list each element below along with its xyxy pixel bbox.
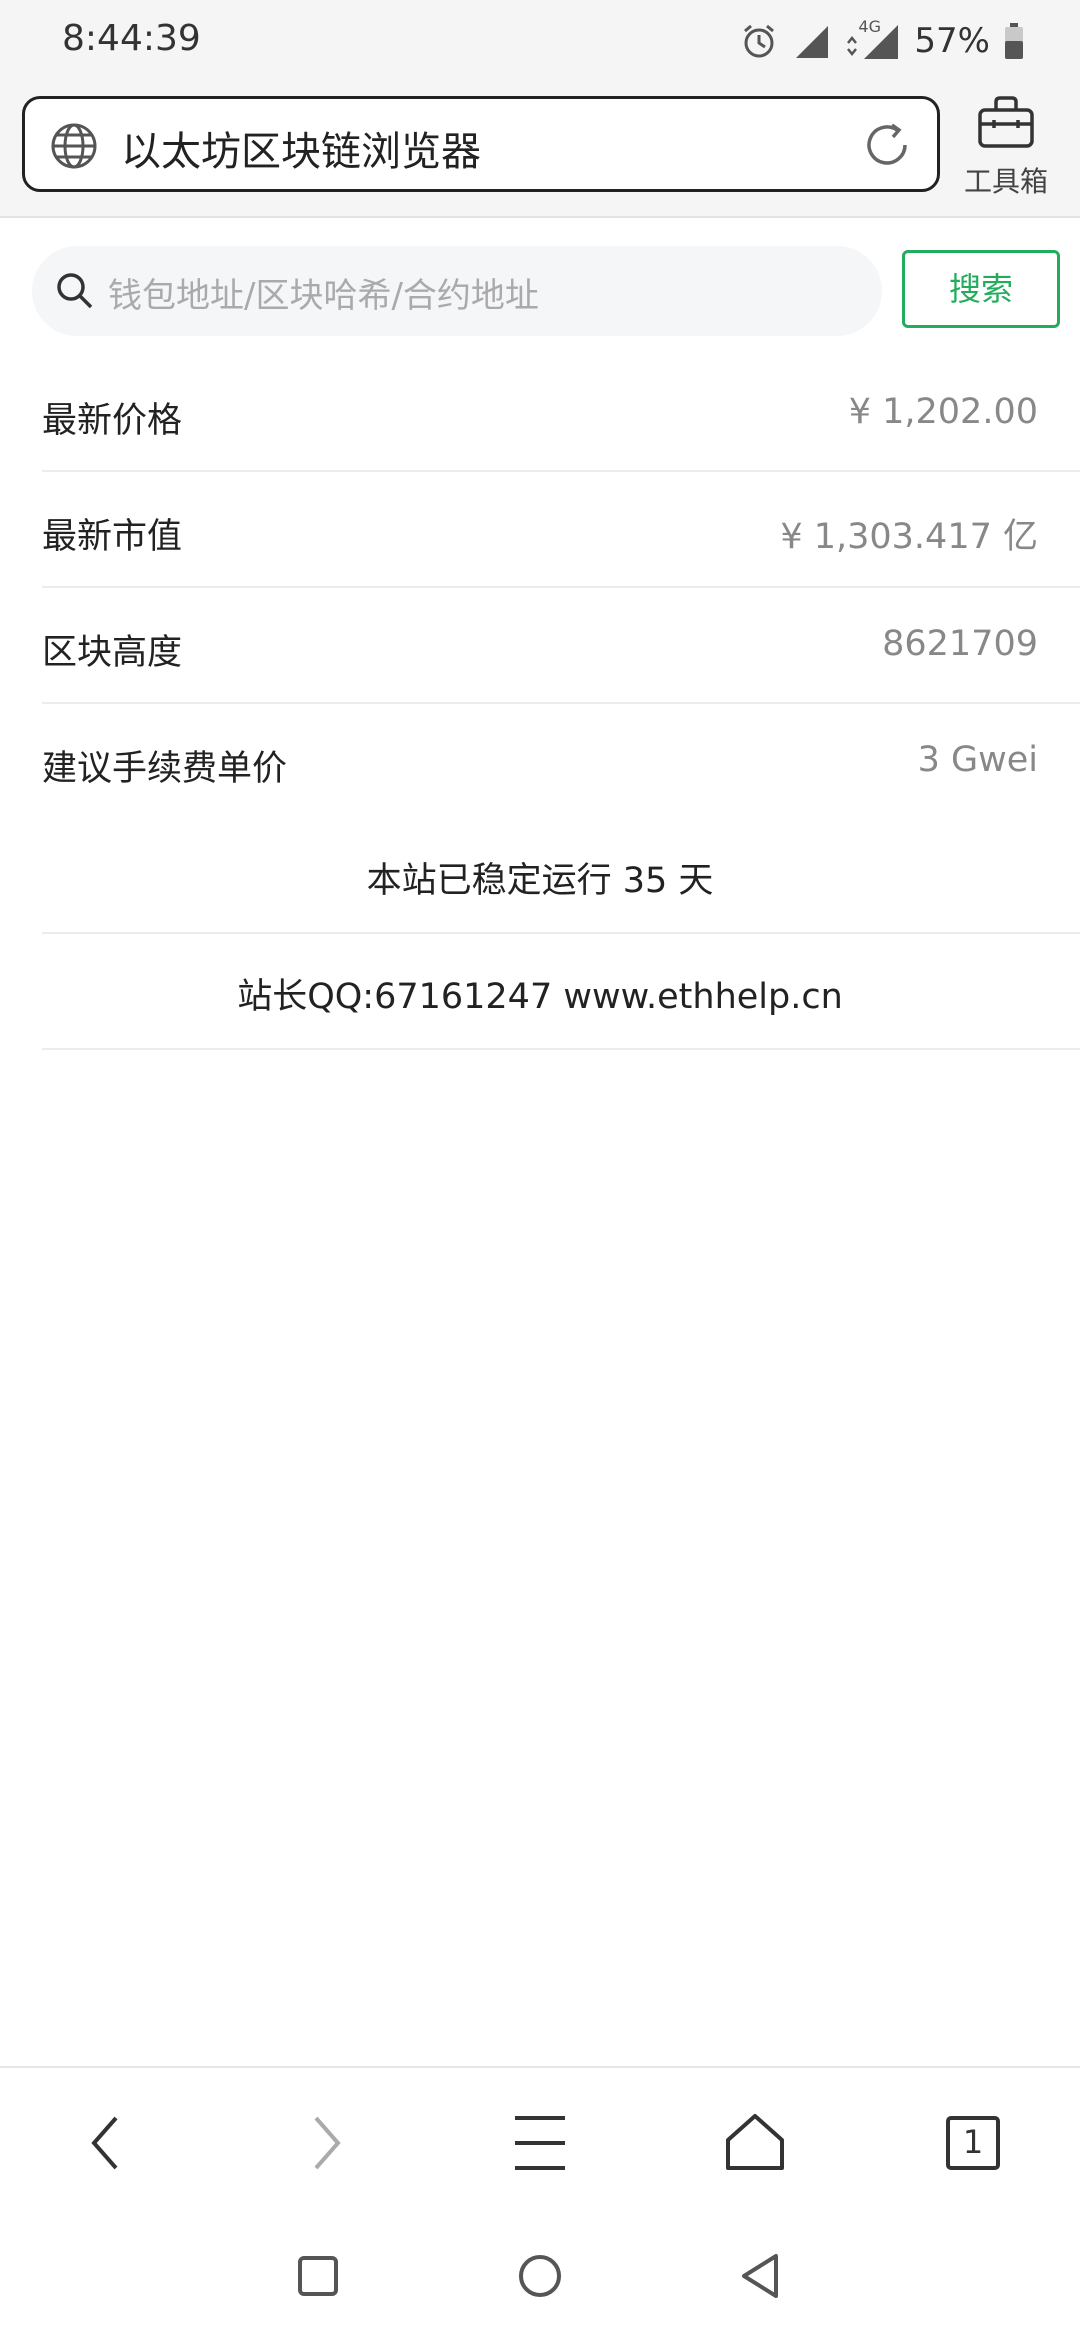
browser-bottom-nav: 1 xyxy=(0,2066,1080,2216)
home-circle-icon[interactable] xyxy=(512,2248,568,2304)
toolbox-button[interactable]: 工具箱 xyxy=(954,88,1058,208)
contact-row: 站长QQ:67161247 www.ethhelp.cn xyxy=(42,934,1080,1050)
info-row-price: 最新价格 ¥ 1,202.00 xyxy=(42,356,1080,472)
alarm-icon xyxy=(744,24,775,58)
menu-icon[interactable] xyxy=(505,2108,575,2178)
search-input[interactable]: 钱包地址/区块哈希/合约地址 xyxy=(32,246,882,336)
info-row-gas-price: 建议手续费单价 3 Gwei xyxy=(42,704,1080,818)
browser-toolbar: 以太坊区块链浏览器 工具箱 xyxy=(0,82,1080,218)
status-icons: 4G 57% xyxy=(740,17,1024,64)
network-type-label: 4G xyxy=(858,17,881,36)
info-label: 最新价格 xyxy=(42,401,183,441)
contact-text: 站长QQ:67161247 www.ethhelp.cn xyxy=(237,977,843,1017)
address-bar[interactable]: 以太坊区块链浏览器 xyxy=(22,96,940,192)
info-row-block-height: 区块高度 8621709 xyxy=(42,588,1080,704)
info-label: 区块高度 xyxy=(42,633,183,673)
info-label: 建议手续费单价 xyxy=(42,749,288,789)
toolbox-icon xyxy=(978,96,1034,148)
tabs-button[interactable]: 1 xyxy=(938,2108,1008,2178)
info-value: ¥ 1,303.417 亿 xyxy=(780,517,1038,557)
signal-4g-icon: 4G xyxy=(844,17,900,61)
search-icon xyxy=(57,273,93,309)
info-row-market-cap: 最新市值 ¥ 1,303.417 亿 xyxy=(42,472,1080,588)
tab-count: 1 xyxy=(962,2123,984,2161)
uptime-row: 本站已稳定运行 35 天 xyxy=(42,818,1080,934)
info-value: ¥ 1,202.00 xyxy=(848,392,1038,432)
search-button[interactable]: 搜索 xyxy=(902,250,1060,328)
reload-icon[interactable] xyxy=(859,117,915,173)
battery-percentage: 57% xyxy=(914,21,990,61)
back-triangle-icon[interactable] xyxy=(734,2248,790,2304)
back-icon[interactable] xyxy=(72,2108,142,2178)
uptime-text: 本站已稳定运行 35 天 xyxy=(366,861,714,901)
status-time: 8:44:39 xyxy=(62,18,201,59)
signal-icon xyxy=(796,26,829,58)
toolbox-label: 工具箱 xyxy=(963,165,1048,198)
battery-icon xyxy=(1005,23,1023,59)
search-placeholder: 钱包地址/区块哈希/合约地址 xyxy=(108,276,539,316)
globe-icon xyxy=(51,123,97,169)
home-icon[interactable] xyxy=(720,2108,790,2178)
page-title: 以太坊区块链浏览器 xyxy=(121,129,481,175)
status-bar: 8:44:39 4G 57% xyxy=(0,0,1080,82)
system-nav-bar xyxy=(0,2214,1080,2340)
info-value: 3 Gwei xyxy=(917,740,1038,780)
recents-icon[interactable] xyxy=(290,2248,346,2304)
info-value: 8621709 xyxy=(882,624,1038,664)
search-row: 钱包地址/区块哈希/合约地址 搜索 xyxy=(0,216,1080,356)
forward-icon[interactable] xyxy=(290,2108,360,2178)
info-list: 最新价格 ¥ 1,202.00 最新市值 ¥ 1,303.417 亿 区块高度 … xyxy=(0,356,1080,1050)
info-label: 最新市值 xyxy=(42,517,183,557)
